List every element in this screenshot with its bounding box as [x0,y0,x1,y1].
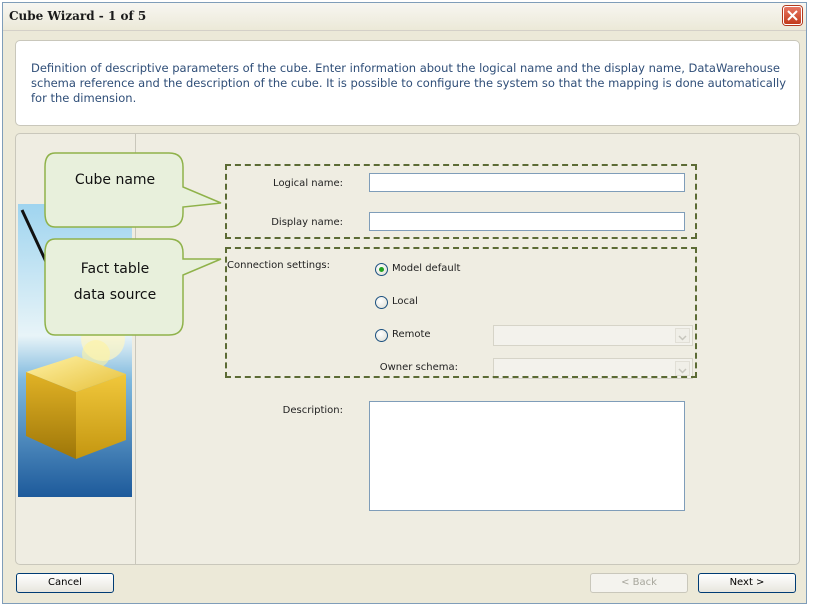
fact-table-callout-line2: data source [74,287,156,303]
cube-name-highlight [225,164,697,239]
close-button[interactable] [783,6,802,25]
description-panel: Definition of descriptive parameters of … [15,40,800,126]
cube-wizard-window: Cube Wizard - 1 of 5 Definition of descr… [2,2,807,604]
description-label: Description: [282,405,343,416]
cancel-button[interactable]: Cancel [16,573,114,593]
fact-table-callout-line1: Fact table [81,261,149,277]
description-textarea[interactable] [369,401,685,511]
next-button[interactable]: Next > [698,573,796,593]
description-text: Definition of descriptive parameters of … [31,61,787,105]
fact-table-highlight [225,247,697,378]
cube-name-callout: Cube name [44,152,222,228]
back-button[interactable]: < Back [590,573,688,593]
cube-name-callout-text: Cube name [75,172,155,188]
fact-table-callout: Fact table data source [44,238,222,336]
close-icon [787,10,798,21]
window-title: Cube Wizard - 1 of 5 [9,9,147,23]
title-bar[interactable]: Cube Wizard - 1 of 5 [3,3,806,31]
